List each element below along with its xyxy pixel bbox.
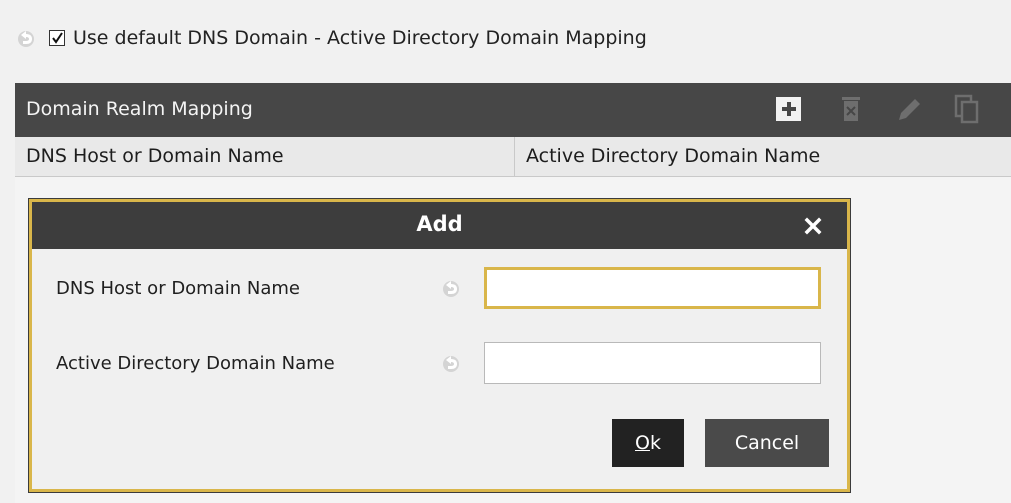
ok-mnemonic: O <box>635 432 650 454</box>
pencil-icon <box>899 99 920 120</box>
default-mapping-label: Use default DNS Domain - Active Director… <box>73 27 647 49</box>
copy-icon <box>954 94 979 124</box>
ad-domain-row: Active Directory Domain Name <box>32 342 847 384</box>
ad-domain-input[interactable] <box>484 342 821 384</box>
table-header-row: DNS Host or Domain Name Active Directory… <box>15 137 1011 177</box>
edit-button[interactable] <box>893 93 925 125</box>
panel-title: Domain Realm Mapping <box>26 98 253 120</box>
ad-domain-label: Active Directory Domain Name <box>56 353 335 374</box>
ok-button[interactable]: Ok <box>612 419 684 467</box>
copy-button[interactable] <box>951 93 983 125</box>
dns-host-input[interactable] <box>484 267 821 309</box>
add-dialog: Add DNS Host or Domain Name Active Direc… <box>29 199 850 492</box>
revert-icon[interactable] <box>440 352 462 378</box>
panel-header: Domain Realm Mapping <box>15 83 1011 137</box>
close-icon[interactable] <box>802 215 824 237</box>
default-mapping-checkbox[interactable] <box>49 30 65 46</box>
trash-icon <box>842 97 860 121</box>
cancel-button[interactable]: Cancel <box>705 419 829 467</box>
ok-label-rest: k <box>649 432 661 454</box>
dns-host-label: DNS Host or Domain Name <box>56 278 300 299</box>
column-header-dns-host[interactable]: DNS Host or Domain Name <box>15 137 515 176</box>
revert-icon[interactable] <box>440 277 462 303</box>
dialog-title: Add <box>416 212 463 236</box>
add-button[interactable] <box>773 93 805 125</box>
dialog-titlebar: Add <box>32 202 847 249</box>
column-header-ad-domain[interactable]: Active Directory Domain Name <box>515 137 1011 176</box>
default-mapping-option: Use default DNS Domain - Active Director… <box>15 24 647 52</box>
delete-button[interactable] <box>835 93 867 125</box>
settings-page: Use default DNS Domain - Active Director… <box>0 0 1011 503</box>
revert-icon[interactable] <box>15 27 37 49</box>
plus-icon <box>776 97 801 121</box>
dns-host-row: DNS Host or Domain Name <box>32 267 847 309</box>
